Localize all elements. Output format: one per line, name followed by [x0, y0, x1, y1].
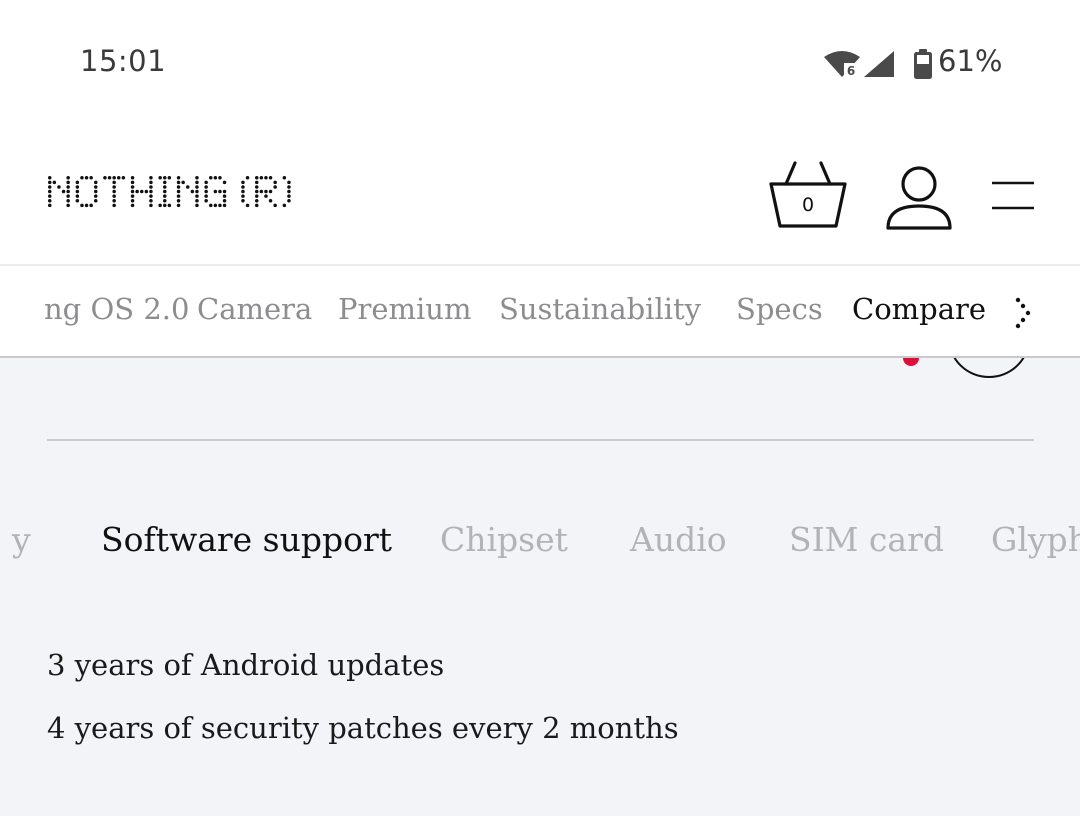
spec-tab-audio[interactable]: Audio: [630, 520, 727, 559]
cell-signal-icon: [864, 51, 894, 77]
site-header: 0: [0, 120, 1080, 264]
brand-logo[interactable]: [46, 172, 310, 216]
basket-button[interactable]: 0: [766, 160, 850, 232]
battery-icon: [914, 49, 932, 79]
wifi-badge: 6: [847, 64, 855, 78]
nav-item-sustainability[interactable]: Sustainability: [499, 292, 701, 326]
nav-item-compare[interactable]: Compare: [852, 292, 986, 326]
menu-button[interactable]: [990, 180, 1036, 212]
compare-content: y Software support Chipset Audio SIM car…: [0, 358, 1080, 816]
wifi-icon: 6: [824, 51, 860, 78]
spec-tab-chipset[interactable]: Chipset: [440, 520, 568, 559]
section-divider: [47, 439, 1034, 441]
battery-percent: 61%: [938, 44, 1003, 78]
nav-item-os[interactable]: ng OS 2.0: [44, 292, 189, 326]
active-indicator-dot: [903, 358, 919, 366]
section-nav: ng OS 2.0 Camera Premium Sustainability …: [0, 264, 1080, 358]
status-time: 15:01: [80, 44, 167, 78]
spec-tab-sim-card[interactable]: SIM card: [789, 520, 944, 559]
nav-item-specs[interactable]: Specs: [736, 292, 823, 326]
status-bar: 15:01 6 61%: [0, 0, 1080, 120]
nav-more-button[interactable]: [1010, 294, 1040, 334]
spec-line-android-updates: 3 years of Android updates: [47, 648, 445, 682]
nav-item-camera[interactable]: Camera: [197, 292, 312, 326]
account-button[interactable]: [884, 164, 954, 230]
brand-logo-dotmatrix: [48, 176, 291, 208]
chevron-right-dotted-icon: [1015, 297, 1031, 329]
spec-line-security-patches: 4 years of security patches every 2 mont…: [47, 711, 679, 745]
scroll-circle-button[interactable]: [948, 358, 1030, 378]
spec-tab-software-support[interactable]: Software support: [101, 520, 392, 559]
basket-count: 0: [801, 194, 815, 216]
status-icons: 6: [822, 44, 934, 84]
account-icon: [886, 166, 952, 230]
menu-icon: [992, 181, 1034, 210]
spec-tab-previous[interactable]: y: [12, 520, 31, 559]
spec-tab-glyph[interactable]: Glyph: [991, 520, 1080, 559]
nav-item-premium[interactable]: Premium: [338, 292, 472, 326]
